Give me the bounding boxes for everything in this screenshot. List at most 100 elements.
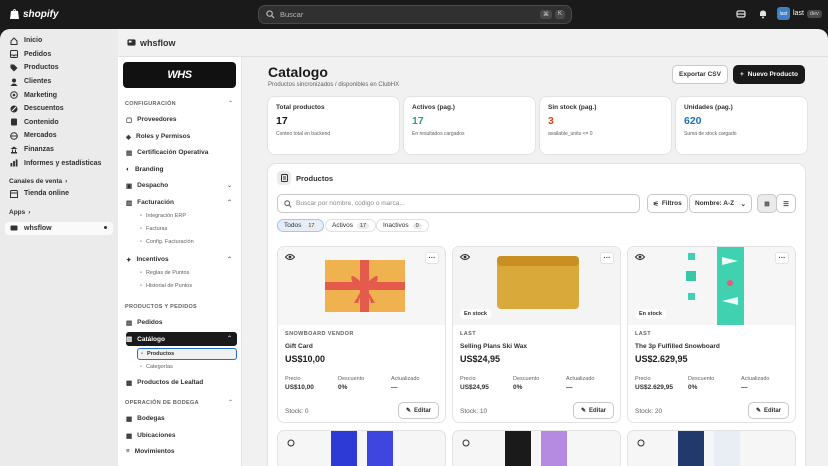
sidebar-item-whsflow[interactable]: whsflow [5,221,113,235]
sidebar-subitem-reglas[interactable]: ▫ Reglas de Puntos [140,268,189,278]
sidebar-item-pedidos[interactable]: Pedidos [0,48,118,62]
search-placeholder: Buscar [280,10,304,19]
more-actions-button[interactable]: ··· [775,252,789,264]
kpi-hint: En resultados cargados [412,131,465,137]
global-search-input[interactable]: Buscar ⌘ K [258,5,572,24]
sidebar-item-finanzas[interactable]: Finanzas [0,143,118,157]
chevron-up-icon[interactable]: ⌃ [228,100,233,107]
sidebar-item-label: Inicio [24,37,43,45]
price-label: Precio [635,376,651,382]
export-csv-button[interactable]: Exportar CSV [672,65,728,84]
sidebar-item-mercados[interactable]: Mercados [0,129,118,143]
sidebar-item-movimientos[interactable]: ≡ Movimientos [126,445,237,458]
tab-label: Inactivos [383,222,409,229]
eye-icon[interactable] [635,253,645,261]
sidebar-subitem-erp[interactable]: ▫ Integración ERP [140,211,186,221]
sidebar-subitem-facturas[interactable]: ▫ Facturas [140,224,167,234]
sidebar-item-productos[interactable]: Productos [0,61,118,75]
sidebar-item-facturacion[interactable]: ▥ Facturación ⌃ [126,196,237,209]
sidebar-item-despacho[interactable]: ▣ Despacho ⌄ [126,179,237,192]
discount-label: Descuento [338,376,365,382]
chevron-up-icon: ⌃ [226,336,232,342]
sidebar-item-label: Catálogo [137,335,165,343]
list-view-toggle[interactable]: ☰ [776,194,796,213]
bell-icon[interactable] [758,9,768,19]
sort-select[interactable]: Nombre: A-Z ⌄ [689,194,752,213]
sidebar-item-label: Facturación [137,199,174,206]
tab-inactivos[interactable]: Inactivos 0 [376,219,429,232]
sidebar-item-label: Finanzas [24,146,54,154]
product-card-partial[interactable] [452,430,621,466]
sidebar-item-descuentos[interactable]: Descuentos [0,102,118,116]
sidebar-item-branding[interactable]: ◐ Branding [126,163,237,176]
sidebar-item-lealtad[interactable]: ▦ Productos de Lealtad [126,376,237,389]
sidebar-item-clientes[interactable]: Clientes [0,75,118,89]
sidebar-subitem-productos[interactable]: ▫ Productos [137,348,237,360]
apps-heading[interactable]: Apps › [0,209,118,216]
sidebar-item-label: Branding [134,166,164,173]
sidebar-item-online-store[interactable]: Tienda online [0,187,118,201]
sidebar-item-informes[interactable]: Informes y estadísticas [0,156,118,170]
sidebar-item-certificacion[interactable]: ▤ Certificación Operativa [126,146,237,159]
chevron-up-icon[interactable]: ⌃ [228,399,233,406]
chevron-down-icon: ⌄ [740,200,746,208]
kpi-card: Activos (pag.) 17 En resultados cargados [404,97,535,154]
more-actions-button[interactable]: ··· [600,252,614,264]
eye-icon[interactable] [285,253,295,261]
sidebar-item-incentivos[interactable]: ✦ Incentivos ⌃ [126,253,237,266]
top-bar: shopify Buscar ⌘ K last last dev [0,0,828,29]
stock-count: Stock: 10 [460,408,488,415]
catalog-icon: ▧ [126,336,133,343]
sidebar-item-ubicaciones[interactable]: ▦ Ubicaciones [126,429,237,442]
edit-button[interactable]: ✎ Editar [747,402,789,419]
product-card[interactable]: ··· En stock LAST Selling Plans Ski Wax US$2… [452,246,621,423]
shopify-logo[interactable]: shopify [9,8,59,20]
filters-button[interactable]: ⚟ Filtros [647,194,688,213]
warehouse-icon: ▦ [126,415,133,423]
product-search-input[interactable]: Buscar por nombre, codigo o marca... [277,194,640,213]
discount-label: Descuento [688,376,715,382]
sidebar-item-label: Contenido [24,118,59,126]
sidebar-item-roles[interactable]: ◈ Roles y Permisos [126,130,237,143]
sidebar-item-label: Incentivos [136,256,169,263]
product-card-partial[interactable] [277,430,446,466]
document-icon: ▫ [140,239,142,245]
tab-activos[interactable]: Activos 17 [325,219,377,232]
sidebar-item-proveedores[interactable]: ▢ Proveedores [126,113,237,126]
sidebar-subitem-config-facturacion[interactable]: ▫ Config. Facturación [140,237,194,247]
edit-button[interactable]: ✎ Editar [572,402,614,419]
grid-icon: ▦ [126,432,133,440]
kpi-hint: Conteo total en backend [276,131,331,137]
sidebar-item-label: Pedidos [137,319,163,326]
document-icon: ▫ [140,213,142,219]
sidebar-subitem-categorias[interactable]: ▫ Categorías [140,362,173,372]
search-placeholder: Buscar por nombre, codigo o marca... [296,200,405,207]
tab-todos[interactable]: Todos 17 [277,219,325,232]
sales-channels-heading[interactable]: Canales de venta › [0,178,118,185]
sidebar-item-catalogo[interactable]: ▧ Catálogo ⌃ [126,332,237,346]
store-switch-icon[interactable] [736,9,746,19]
shortcut-key-k: K [554,10,565,19]
new-product-button[interactable]: + Nuevo Producto [733,65,805,84]
edit-button[interactable]: ✎ Editar [397,402,439,419]
sidebar-item-pedidos[interactable]: ▤ Pedidos [126,316,237,329]
sidebar-item-label: whsflow [24,224,52,232]
sidebar-item-bodegas[interactable]: ▦ Bodegas [126,412,237,425]
price-label: Precio [285,376,301,382]
eye-icon[interactable] [460,253,470,261]
inbox-icon [10,50,18,59]
loyalty-icon: ▦ [126,379,133,387]
grid-view-toggle[interactable]: ⊞ [757,194,777,213]
sidebar-item-inicio[interactable]: Inicio [0,34,118,48]
sidebar-item-marketing[interactable]: Marketing [0,88,118,102]
gift-icon: ✦ [126,256,132,264]
sidebar-subitem-historial[interactable]: ▫ Historial de Puntos [140,281,192,291]
product-vendor: LAST [635,331,651,337]
sidebar-item-contenido[interactable]: Contenido [0,116,118,130]
store-menu[interactable]: last last dev [777,7,822,20]
product-card[interactable]: ··· SNOWBOARD VENDOR Gift Card US$10,00 Prec… [277,246,446,423]
product-card-partial[interactable] [627,430,796,466]
product-card[interactable]: ··· En stock LAST The 3p Fulfilled Snowboar… [627,246,796,423]
kpi-hint: available_units <= 0 [548,131,593,137]
more-actions-button[interactable]: ··· [425,252,439,264]
